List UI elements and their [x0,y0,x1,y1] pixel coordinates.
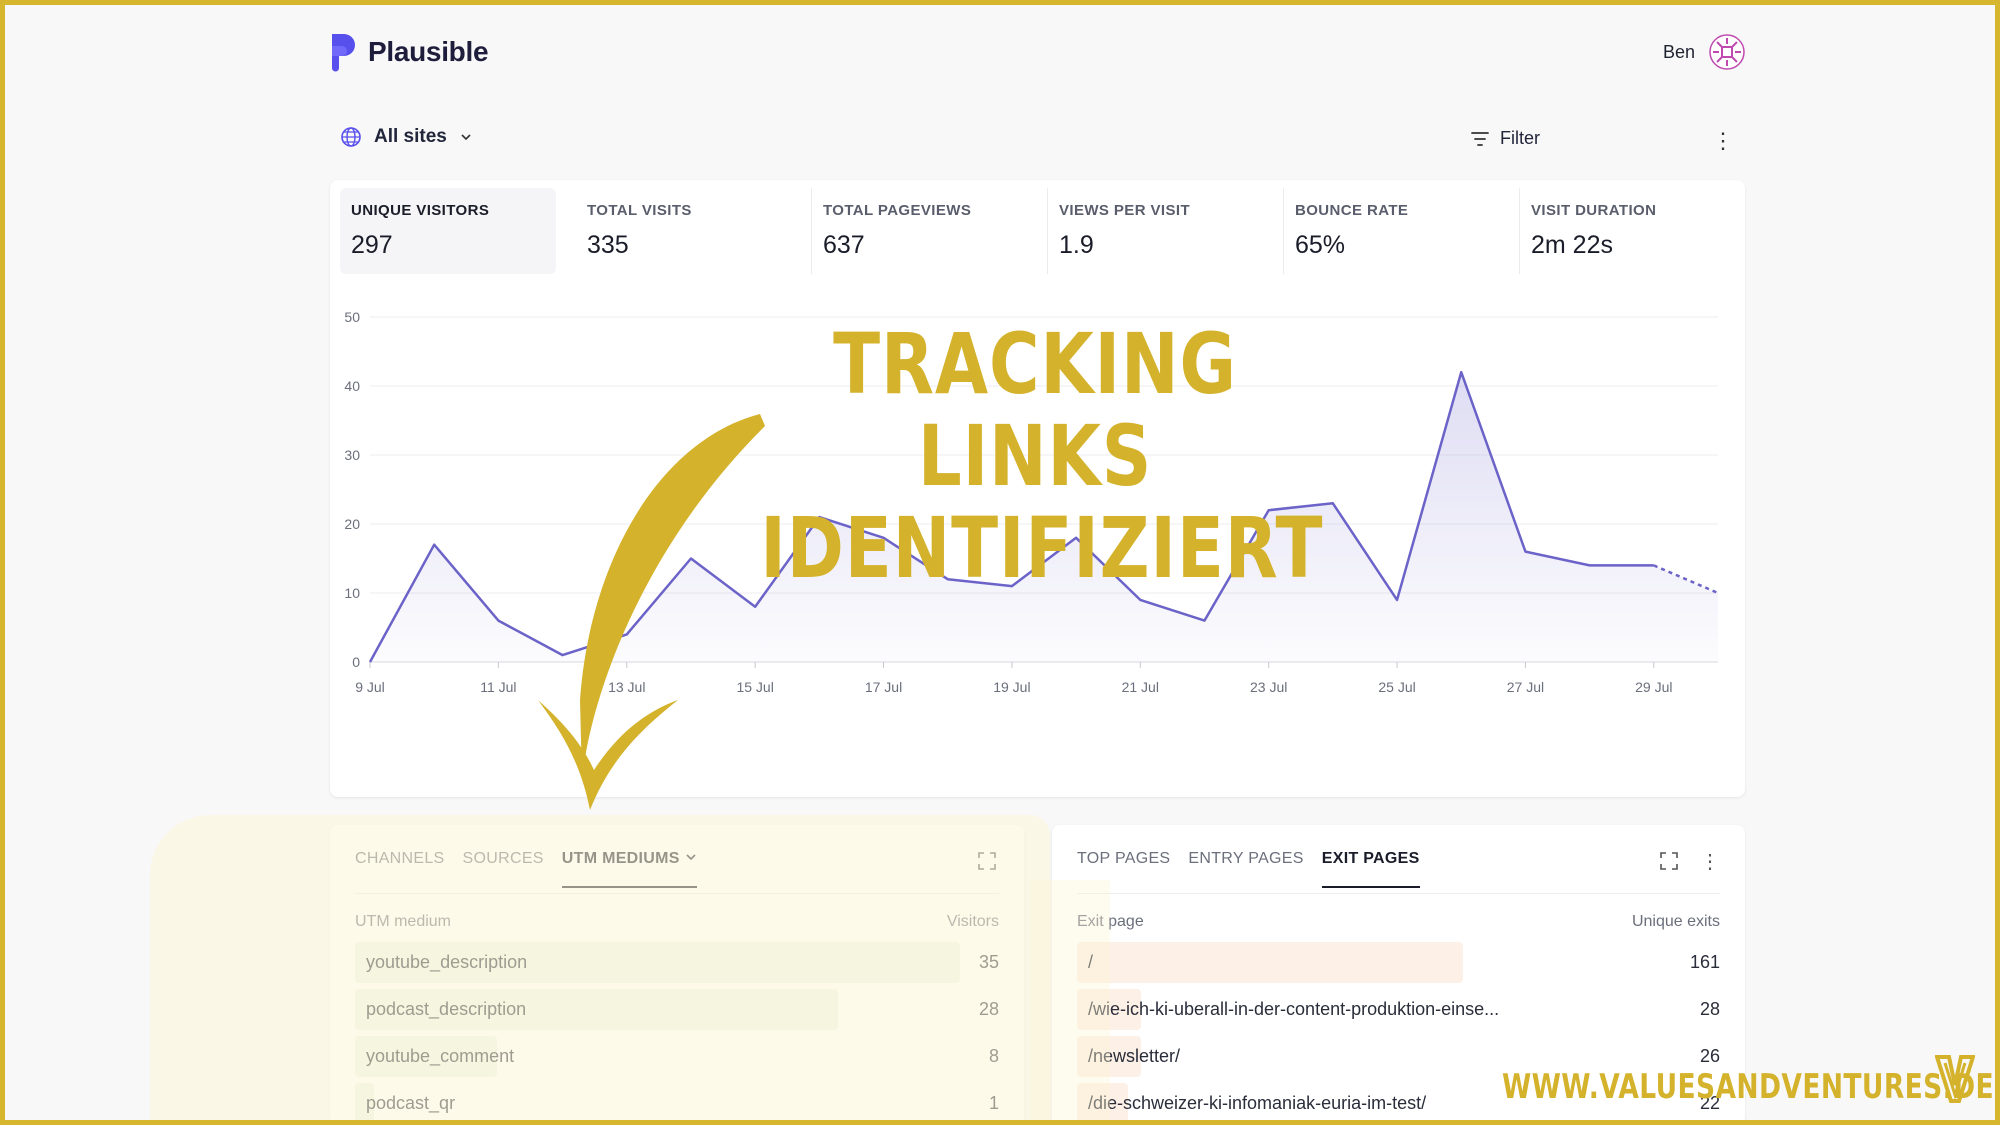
tabs-divider [1077,893,1720,894]
chevron-down-icon [685,854,696,861]
row-value: 1 [988,1093,999,1113]
row-label: /die-schweizer-ki-infomaniak-euria-im-te… [1088,1093,1427,1113]
stat-value: 65% [1295,231,1346,259]
row-value: 161 [1689,952,1720,972]
user-menu[interactable]: Ben [1663,34,1745,70]
x-tick-label: 21 Jul [1122,679,1159,695]
col-header-label: Exit page [1077,913,1144,930]
list-item[interactable]: podcast_description 28 [355,986,999,1033]
list-item[interactable]: youtube_description 35 [355,939,999,986]
stat-bounce-rate[interactable]: BOUNCE RATE 65% [1284,188,1520,274]
tab-exit-pages[interactable]: EXIT PAGES [1321,850,1420,888]
curved-arrow-icon [538,414,765,810]
x-tick-label: 17 Jul [865,679,902,695]
stat-label: TOTAL VISITS [587,202,692,219]
col-header-label: UTM medium [355,913,452,930]
row-value: 8 [988,1046,999,1066]
sources-list: youtube_description 35 podcast_description… [355,939,999,1125]
tab-sources[interactable]: SOURCES [463,850,544,888]
x-tick-label: 25 Jul [1378,679,1415,695]
row-label: / [1088,952,1094,972]
row-label: youtube_comment [366,1046,515,1066]
row-label: /newsletter/ [1088,1046,1181,1066]
expand-icon[interactable] [1659,851,1679,871]
stat-label: UNIQUE VISITORS [351,202,490,219]
more-options-icon[interactable]: ⋮ [1712,128,1734,154]
x-tick-label: 29 Jul [1635,679,1672,695]
stat-value: 297 [351,231,393,259]
headline-line2: IDENTIFIZIERT [760,499,1324,597]
plausible-logo-icon [332,34,355,72]
filter-button[interactable]: Filter [1470,128,1540,149]
stat-visit-duration[interactable]: VISIT DURATION 2m 22s [1520,188,1756,274]
watermark-text: WWW.VALUESANDVENTURES.DE [1502,1067,1995,1107]
col-header-value: Unique exits [1631,913,1720,930]
stat-value: 335 [587,231,629,259]
row-value: 28 [1699,999,1720,1019]
tabs-divider [355,893,999,894]
sources-tabs: CHANNELS SOURCES UTM MEDIUMS [355,850,697,888]
stat-label: BOUNCE RATE [1295,202,1409,219]
stat-value: 2m 22s [1531,231,1613,259]
stat-total-pageviews[interactable]: TOTAL PAGEVIEWS 637 [812,188,1048,274]
expand-icon[interactable] [977,851,997,871]
stat-total-visits[interactable]: TOTAL VISITS 335 [576,188,812,274]
tab-utm-mediums[interactable]: UTM MEDIUMS [561,850,697,888]
filter-icon [1471,131,1489,146]
stat-label: TOTAL PAGEVIEWS [823,202,972,219]
row-label: podcast_description [366,999,527,1019]
tab-channels[interactable]: CHANNELS [355,850,445,888]
stat-label: VISIT DURATION [1531,202,1657,219]
stat-value: 1.9 [1059,231,1094,259]
site-selector[interactable]: All sites [340,126,473,148]
chevron-down-icon [461,134,471,141]
row-label: podcast_qr [366,1093,456,1113]
tab-top-pages[interactable]: TOP PAGES [1077,850,1170,888]
row-label: youtube_description [366,952,528,972]
more-options-icon[interactable]: ⋮ [1700,849,1720,874]
headline-overlay: TRACKING LINKS IDENTIFIZIERT [760,315,1324,597]
site-selector-label: All sites [374,126,447,147]
list-item[interactable]: / 161 [1077,939,1720,986]
sources-panel: CHANNELS SOURCES UTM MEDIUMS UTM medium … [330,825,1024,1125]
y-tick-label: 50 [344,309,360,325]
tab-utm-mediums-label: UTM MEDIUMS [561,850,680,867]
pages-tabs: TOP PAGES ENTRY PAGES EXIT PAGES [1077,850,1420,888]
row-label: /wie-ich-ki-uberall-in-der-content-produ… [1088,999,1500,1019]
x-tick-label: 11 Jul [480,679,516,695]
y-tick-label: 20 [344,516,360,532]
row-bar [1077,942,1463,983]
stats-bar: UNIQUE VISITORS 297 TOTAL VISITS 335 TOT… [340,188,1756,274]
user-name: Ben [1662,41,1695,62]
app-name: Plausible [368,36,489,67]
x-tick-label: 23 Jul [1250,679,1287,695]
x-tick-label: 19 Jul [993,679,1030,695]
y-tick-label: 0 [352,654,360,670]
list-item[interactable]: /wie-ich-ki-uberall-in-der-content-produ… [1077,986,1720,1033]
y-tick-label: 30 [344,447,360,463]
list-item[interactable]: podcast_qr 1 [355,1080,999,1125]
stat-label: VIEWS PER VISIT [1059,202,1191,219]
row-value: 35 [978,952,999,972]
stat-views-per-visit[interactable]: VIEWS PER VISIT 1.9 [1048,188,1284,274]
headline-line1: TRACKING LINKS [833,315,1237,505]
row-value: 26 [1699,1046,1720,1066]
globe-icon [341,127,361,147]
plausible-logo[interactable]: Plausible [328,32,489,72]
avatar [1709,34,1745,70]
stat-value: 637 [823,231,865,259]
y-tick-label: 40 [344,378,360,394]
col-header-value: Visitors [946,913,999,930]
x-tick-label: 27 Jul [1507,679,1544,695]
list-item[interactable]: youtube_comment 8 [355,1033,999,1080]
filter-label: Filter [1500,128,1540,148]
row-value: 28 [978,999,999,1019]
x-tick-label: 9 Jul [355,679,385,695]
tab-entry-pages[interactable]: ENTRY PAGES [1188,850,1303,888]
stat-unique-visitors[interactable]: UNIQUE VISITORS 297 [340,188,556,274]
watermark-logo-icon [1935,1055,1975,1103]
y-tick-label: 10 [344,585,360,601]
